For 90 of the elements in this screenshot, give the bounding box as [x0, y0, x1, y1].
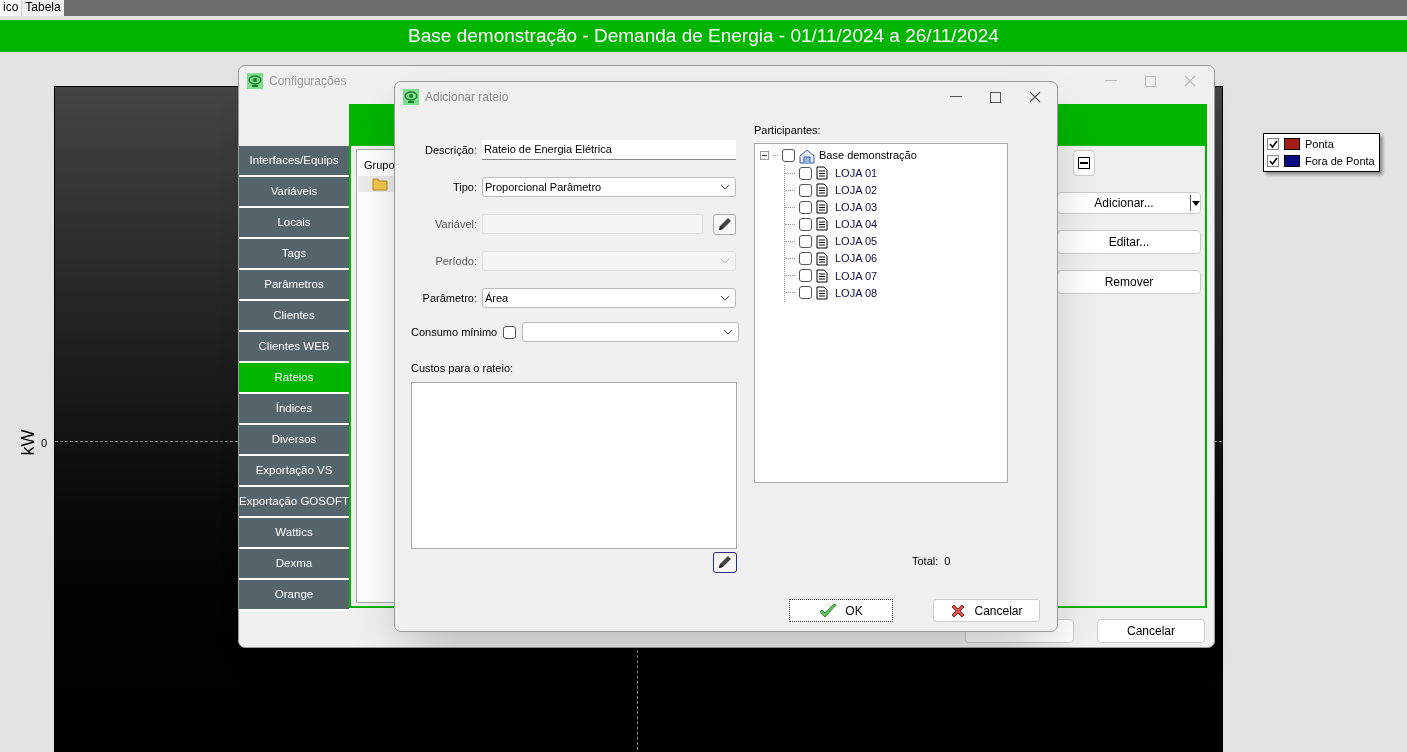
field-label: Descrição:	[424, 142, 477, 158]
field-label: Período:	[434, 253, 477, 269]
checkbox[interactable]	[503, 325, 517, 339]
y-tick-label: 0	[41, 436, 48, 451]
nav-item[interactable]: Interfaces/Equips	[239, 146, 349, 177]
pencil-icon	[717, 554, 733, 570]
tab[interactable]: ico	[0, 0, 22, 16]
app-logo-icon	[247, 73, 263, 89]
nav-item[interactable]: Clientes	[239, 301, 349, 332]
tree-item[interactable]: LOJA 08	[835, 284, 878, 302]
ok-button[interactable]: OK	[789, 599, 893, 622]
add-split-button[interactable]: Adicionar...	[1057, 192, 1201, 214]
action-button[interactable]: Editar...	[1057, 230, 1201, 254]
checkbox[interactable]	[799, 235, 812, 249]
nav-item[interactable]: Diversos	[239, 425, 349, 456]
nav-item[interactable]: Tags	[239, 239, 349, 270]
total-label: Total:	[912, 553, 939, 569]
checkbox[interactable]	[799, 217, 812, 231]
legend-label: Fora de Ponta	[1305, 153, 1375, 169]
legend-checkbox[interactable]	[1267, 138, 1279, 150]
document-icon	[816, 234, 828, 249]
house-icon	[799, 147, 815, 164]
close-icon[interactable]	[1029, 91, 1041, 103]
tree-item[interactable]: LOJA 05	[835, 233, 878, 250]
report-title: Base demonstração - Demanda de Energia - 01/11/2024 a 26/11/2024	[408, 23, 999, 48]
nav-item[interactable]: Orange	[239, 580, 349, 611]
tree-header: Grupo	[364, 159, 395, 171]
tab[interactable]: Tabela	[21, 0, 64, 16]
field-label: Parâmetro:	[421, 290, 477, 306]
document-icon	[816, 285, 828, 300]
field-label: Variável:	[434, 216, 477, 232]
action-button[interactable]: Remover	[1057, 270, 1201, 294]
tree-item[interactable]: Base demonstração	[819, 147, 917, 164]
checkbox[interactable]	[799, 200, 812, 214]
description-field[interactable]: Rateio de Energia Elétrica	[482, 140, 736, 160]
cross-icon	[950, 602, 967, 619]
legend-checkbox[interactable]	[1267, 155, 1279, 167]
field-label: Consumo mínimo	[411, 324, 498, 340]
checkbox[interactable]	[799, 183, 812, 197]
tree-item[interactable]: LOJA 04	[835, 216, 878, 233]
document-icon	[816, 217, 828, 232]
folder-icon	[372, 177, 388, 191]
nav-item[interactable]: Clientes WEB	[239, 332, 349, 363]
caret-icon	[1191, 200, 1200, 206]
pencil-icon	[716, 216, 733, 232]
checkbox[interactable]	[799, 166, 812, 180]
cancel-button[interactable]: Cancelar	[1097, 619, 1205, 643]
edit-button[interactable]	[713, 213, 736, 235]
checkbox[interactable]	[799, 269, 812, 283]
checkmark-icon	[819, 602, 838, 619]
document-icon	[816, 251, 828, 266]
y-axis-label: kW	[16, 430, 39, 454]
document-icon	[816, 166, 828, 181]
maximize-icon[interactable]	[990, 91, 1001, 103]
checkbox[interactable]	[782, 149, 795, 162]
checkbox[interactable]	[799, 286, 812, 300]
total-value: 0	[944, 553, 951, 569]
nav-item[interactable]: Locais	[239, 208, 349, 239]
costs-label: Custos para o rateio:	[411, 361, 515, 376]
edit-costs-button[interactable]	[713, 551, 737, 573]
nav-item[interactable]: Wattics	[239, 518, 349, 549]
checkbox[interactable]	[799, 252, 812, 266]
nav-item[interactable]: Parâmetros	[239, 270, 349, 301]
tree-item[interactable]: LOJA 01	[835, 164, 878, 182]
tree-item[interactable]: LOJA 03	[835, 199, 878, 216]
field-label: Tipo:	[451, 179, 477, 195]
nav-item[interactable]: Exportação GOSOFT	[239, 487, 349, 518]
nav-item[interactable]: Índices	[239, 394, 349, 425]
minimize-icon[interactable]	[950, 96, 962, 98]
dropdown-field[interactable]: Área	[482, 288, 736, 308]
tree-item[interactable]: LOJA 02	[835, 181, 878, 199]
document-icon	[816, 200, 828, 215]
tree-item[interactable]: LOJA 06	[835, 250, 878, 267]
window-title: Configurações	[269, 73, 347, 90]
tree-item[interactable]: LOJA 07	[835, 267, 878, 285]
collapse-icon[interactable]	[760, 151, 769, 160]
dropdown-field[interactable]	[522, 322, 740, 342]
nav-item[interactable]: Exportação VS	[239, 456, 349, 487]
document-icon	[816, 183, 828, 198]
app-logo-icon	[403, 89, 419, 105]
dialog-title: Adicionar rateio	[425, 89, 509, 106]
nav-item[interactable]: Dexma	[239, 549, 349, 580]
participants-label: Participantes:	[754, 123, 822, 138]
dropdown-field[interactable]: Proporcional Parâmetro	[482, 177, 736, 197]
legend-label: Ponta	[1305, 136, 1334, 152]
collapse-button[interactable]	[1073, 150, 1095, 176]
minus-box-icon	[1078, 157, 1090, 169]
document-icon	[816, 268, 828, 283]
cancel-button[interactable]: Cancelar	[933, 599, 1040, 622]
nav-item[interactable]: Variáveis	[239, 177, 349, 208]
